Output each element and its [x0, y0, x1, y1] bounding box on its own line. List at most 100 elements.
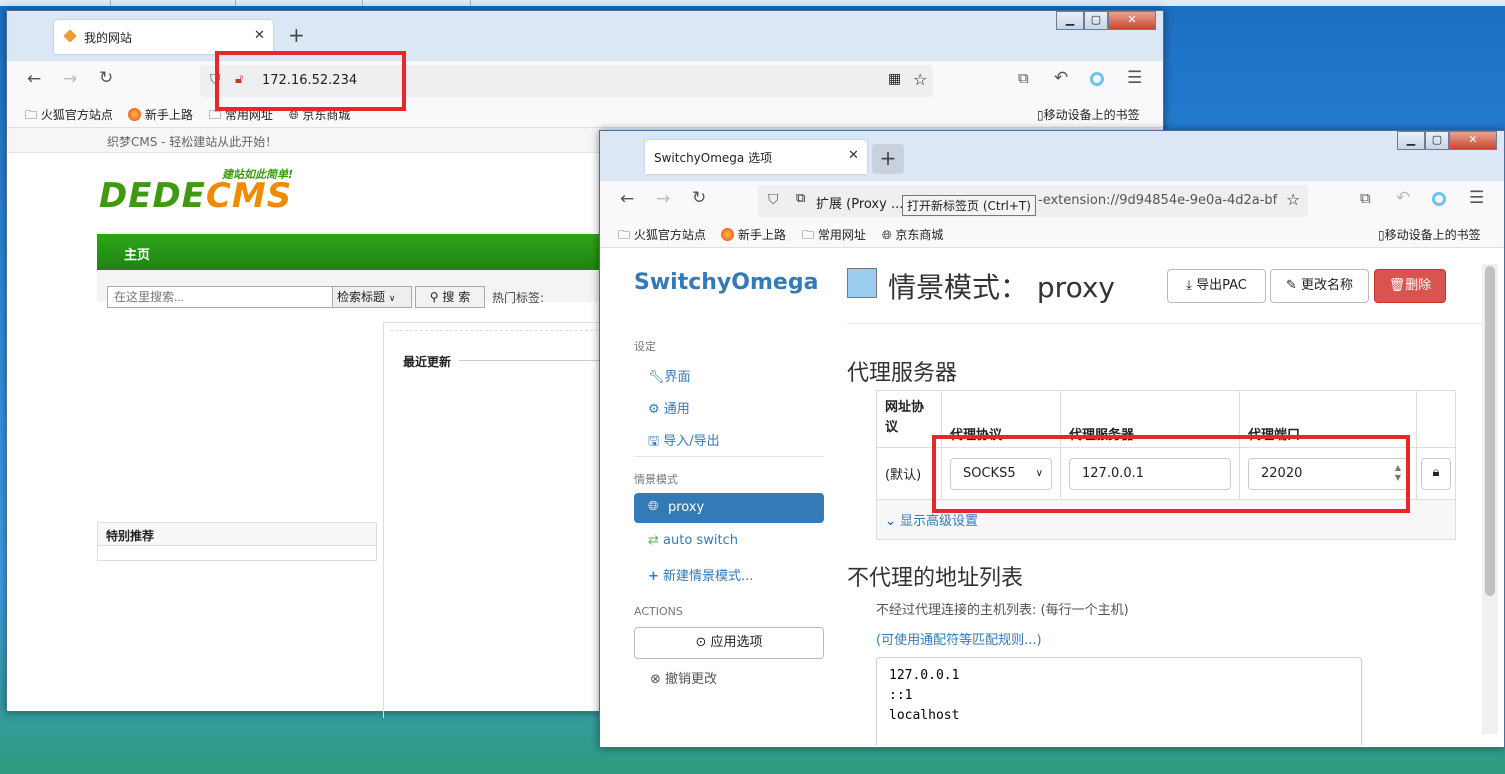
proxy-extension-icon[interactable]	[1090, 72, 1104, 86]
wrench-icon: 🔧︎	[648, 370, 665, 385]
switch-icon: ⇄	[648, 533, 659, 548]
plus-icon: +	[648, 569, 659, 584]
search-type-select[interactable]: 检索标题 ∨	[332, 286, 412, 308]
undo-icon[interactable]: ↶	[1396, 188, 1410, 208]
bookmark-item[interactable]: 🗀 火狐官方站点	[25, 106, 113, 127]
sidebar-divider	[634, 456, 824, 457]
export-pac-button[interactable]: ⤓ 导出PAC	[1167, 269, 1266, 303]
col-server: 代理服务器	[1060, 390, 1240, 448]
bookmark-item[interactable]: 新手上路	[128, 106, 193, 123]
page-scrollbar[interactable]	[1482, 264, 1498, 734]
row-label: (默认)	[876, 447, 942, 500]
mobile-bookmarks[interactable]: ▯移动设备上的书签	[1378, 226, 1481, 243]
close-window-button[interactable]: ✕	[1449, 131, 1497, 150]
address-bar[interactable]: ⛉ 🔓︎ 172.16.52.234 ▦ ☆	[200, 65, 933, 97]
maximize-button[interactable]: ▢	[1084, 11, 1108, 30]
profile-title: 情景模式： proxy	[888, 271, 1115, 304]
rename-button[interactable]: ✎ 更改名称	[1270, 269, 1369, 303]
site-search-input[interactable]	[107, 286, 337, 308]
bypass-help-link[interactable]: (可使用通配符等匹配规则...)	[876, 629, 1042, 648]
url-text[interactable]: -extension://9d94854e-9e0a-4d2a-bf	[1038, 193, 1277, 208]
app-title[interactable]: SwitchyOmega	[634, 270, 818, 295]
bookmark-star-icon[interactable]: ☆	[913, 70, 927, 89]
forward-icon[interactable]: →	[63, 69, 77, 89]
reload-icon[interactable]: ↻	[692, 188, 706, 208]
sidebar-item-general[interactable]: ⚙ 通用	[648, 398, 690, 417]
sidebar-item-auto-switch[interactable]: ⇄ auto switch	[648, 533, 738, 548]
sidebar-item-interface[interactable]: 🔧︎界面	[648, 366, 691, 385]
new-tab-button[interactable]: +	[288, 23, 305, 47]
back-icon[interactable]: ←	[27, 69, 41, 89]
qr-code-icon[interactable]: ▦	[888, 71, 901, 87]
shield-icon: ⛉	[210, 72, 221, 88]
edit-icon: ✎	[1285, 278, 1297, 293]
chevron-down-icon: ∨	[388, 294, 396, 304]
bookmark-star-icon[interactable]: ☆	[1286, 190, 1300, 209]
close-tab-icon[interactable]: ✕	[848, 148, 859, 163]
protocol-select[interactable]: SOCKS5 ∨	[950, 457, 1052, 490]
close-window-button[interactable]: ✕	[1108, 11, 1156, 30]
discard-changes-button[interactable]: ⊗ 撤销更改	[650, 668, 717, 687]
special-title: 特别推荐	[106, 529, 155, 543]
profile-color-swatch[interactable]	[847, 268, 877, 298]
check-circle-icon: ⊙	[695, 635, 707, 650]
proxy-server-input[interactable]: 127.0.0.1	[1069, 457, 1231, 490]
col-scheme: 网址协议	[876, 390, 942, 448]
bookmark-item[interactable]: 🌐︎ 京东商城	[882, 226, 943, 243]
tab-switchyomega[interactable]: SwitchyOmega 选项 ✕	[645, 140, 867, 174]
bookmarks-bar: 🗀 火狐官方站点 新手上路 🗀 常用网址 🌐︎ 京东商城 ▯移动设备上的书签	[600, 221, 1504, 248]
url-identity[interactable]: 扩展 (Proxy ...	[816, 193, 903, 212]
new-tab-button[interactable]: +	[872, 144, 904, 174]
logo-slogan: 建站如此简单!	[222, 168, 294, 181]
header-divider	[847, 323, 1489, 324]
trash-icon: 🗑︎	[1388, 278, 1406, 293]
bookmark-item[interactable]: 新手上路	[721, 226, 786, 243]
taskbar-strip	[0, 0, 1505, 6]
bypass-list-textarea[interactable]: 127.0.0.1 ::1 localhost	[876, 657, 1362, 745]
tab-my-site[interactable]: 我的网站 ✕	[54, 20, 273, 54]
proxy-extension-icon[interactable]	[1432, 192, 1446, 206]
window-controls: ▁ ▢ ✕	[1056, 11, 1156, 30]
firefox-icon	[721, 228, 734, 241]
search-icon: ⚲	[429, 290, 439, 304]
reload-icon[interactable]: ↻	[99, 68, 113, 88]
forward-icon[interactable]: →	[656, 189, 670, 209]
search-button[interactable]: ⚲ 搜 索	[415, 286, 485, 308]
close-tab-icon[interactable]: ✕	[254, 28, 265, 43]
apply-options-button[interactable]: ⊙ 应用选项	[634, 627, 824, 659]
shield-icon: ⛉	[768, 192, 779, 208]
bookmark-item[interactable]: 🌐︎ 京东商城	[289, 106, 350, 123]
lock-button[interactable]: 🔒︎	[1421, 457, 1451, 490]
recent-title: 最近更新	[403, 355, 452, 369]
screenshot-icon[interactable]: ⧉	[1018, 69, 1029, 87]
sidebar-item-new-profile[interactable]: + 新建情景模式...	[648, 565, 753, 584]
sidebar-item-proxy[interactable]: 🌐︎ proxy	[634, 493, 824, 523]
screenshot-icon[interactable]: ⧉	[1360, 189, 1371, 207]
nav-toolbar: ← → ↻ ⛉ 🔓︎ 172.16.52.234 ▦ ☆ ⧉ ↶ ☰	[7, 61, 1163, 101]
recent-panel	[383, 322, 614, 718]
hot-tags-label: 热门标签:	[492, 291, 545, 305]
tab-title: SwitchyOmega 选项	[654, 151, 773, 165]
bookmark-item[interactable]: 🗀 常用网址	[209, 106, 273, 127]
url-text[interactable]: 172.16.52.234	[262, 73, 357, 88]
bookmark-item[interactable]: 🗀 常用网址	[802, 226, 866, 247]
bookmark-item[interactable]: 🗀 火狐官方站点	[618, 226, 706, 247]
maximize-button[interactable]: ▢	[1425, 131, 1449, 150]
sidebar-item-import-export[interactable]: 🖫︎ 导入/导出	[648, 430, 720, 454]
menu-icon[interactable]: ☰	[1127, 68, 1142, 88]
delete-button[interactable]: 🗑︎删除	[1374, 269, 1446, 303]
spinner-icon[interactable]: ▲ ▼	[1395, 463, 1401, 483]
recent-divider	[390, 330, 608, 332]
nav-home[interactable]: 主页	[124, 244, 150, 263]
show-advanced-link[interactable]: ⌄ 显示高级设置	[885, 514, 978, 529]
proxy-port-input[interactable]: 22020 ▲ ▼	[1248, 457, 1408, 490]
minimize-button[interactable]: ▁	[1397, 131, 1425, 150]
back-icon[interactable]: ←	[620, 189, 634, 209]
site-subtitle: 织梦CMS - 轻松建站从此开始！	[107, 135, 278, 149]
mobile-bookmarks[interactable]: ▯移动设备上的书签	[1037, 106, 1140, 123]
menu-icon[interactable]: ☰	[1469, 188, 1484, 208]
insecure-lock-icon[interactable]: 🔓︎	[235, 72, 243, 87]
scrollbar-thumb[interactable]	[1485, 266, 1495, 596]
undo-icon[interactable]: ↶	[1054, 68, 1068, 88]
minimize-button[interactable]: ▁	[1056, 11, 1084, 30]
